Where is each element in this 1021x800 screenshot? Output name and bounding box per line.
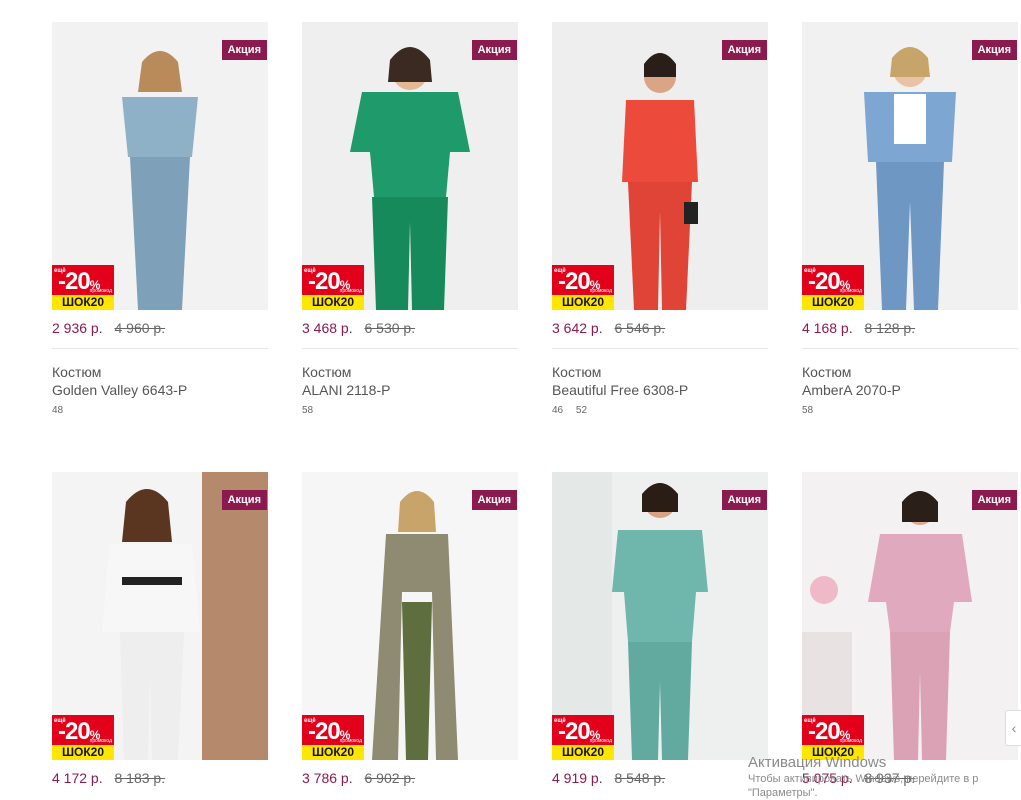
price-row: 2 936 р. 4 960 р. <box>52 320 268 340</box>
product-grid: Акция ещё -20% промокод ШОК20 2 936 р. 4 9… <box>0 0 1021 800</box>
price-row: 4 168 р. 8 128 р. <box>802 320 1018 340</box>
size-option[interactable]: 58 <box>302 405 313 416</box>
product-type[interactable]: Костюм <box>302 363 518 381</box>
price: 4 172 р. <box>52 770 103 786</box>
size-list: 58 <box>302 405 518 416</box>
product-image[interactable]: Акция ещё -20% промокод ШОК20 <box>52 472 268 760</box>
price-row: 3 642 р. 6 546 р. <box>552 320 768 340</box>
product-image[interactable]: Акция ещё -20% промокод ШОК20 <box>552 22 768 310</box>
product-image[interactable]: Акция ещё -20% промокод ШОК20 <box>802 22 1018 310</box>
product-card[interactable]: Акция ещё -20% промокод ШОК20 4 919 р. 8 5… <box>552 472 768 790</box>
size-list: 46 52 <box>552 405 768 416</box>
size-option[interactable]: 58 <box>802 405 813 416</box>
product-card[interactable]: Акция ещё -20% промокод ШОК20 3 468 р. 6 5… <box>302 22 518 416</box>
promo-label: ещё -20% промокод ШОК20 <box>552 265 614 310</box>
sale-badge: Акция <box>221 40 267 60</box>
activation-title: Активация Windows <box>748 754 887 771</box>
product-image[interactable]: Акция ещё -20% промокод ШОК20 <box>802 472 1018 760</box>
sale-badge: Акция <box>971 490 1017 510</box>
size-option[interactable]: 52 <box>576 405 587 416</box>
divider <box>302 348 518 349</box>
product-name[interactable]: Golden Valley 6643-Р <box>52 381 268 399</box>
product-name[interactable]: ALANI 2118-Р <box>302 381 518 399</box>
price: 3 642 р. <box>552 320 603 336</box>
activation-text: Чтобы активировать Windows, перейдите в … <box>748 773 979 785</box>
product-image[interactable]: Акция ещё -20% промокод ШОК20 <box>552 472 768 760</box>
sale-badge: Акция <box>471 40 517 60</box>
price-row: 3 786 р. 6 902 р. <box>302 770 518 790</box>
promo-label: ещё -20% промокод ШОК20 <box>552 715 614 760</box>
price: 3 786 р. <box>302 770 353 786</box>
price-row: 4 172 р. 8 183 р. <box>52 770 268 790</box>
size-option[interactable]: 48 <box>52 405 63 416</box>
product-card[interactable]: Акция ещё -20% промокод ШОК20 3 642 р. 6 5… <box>552 22 768 416</box>
old-price: 8 548 р. <box>614 770 666 786</box>
promo-label: ещё -20% промокод ШОК20 <box>302 265 364 310</box>
product-name[interactable]: Beautiful Free 6308-Р <box>552 381 768 399</box>
product-image[interactable]: Акция ещё -20% промокод ШОК20 <box>302 472 518 760</box>
product-type[interactable]: Костюм <box>802 363 1018 381</box>
old-price: 4 960 р. <box>114 320 166 336</box>
promo-label: ещё -20% промокод ШОК20 <box>302 715 364 760</box>
product-image[interactable]: Акция ещё -20% промокод ШОК20 <box>302 22 518 310</box>
sale-badge: Акция <box>221 490 267 510</box>
old-price: 6 530 р. <box>364 320 416 336</box>
price-row: 4 919 р. 8 548 р. <box>552 770 768 790</box>
product-card[interactable]: Акция ещё -20% промокод ШОК20 3 786 р. 6 9… <box>302 472 518 790</box>
size-list: 58 <box>802 405 1018 416</box>
product-card[interactable]: Акция ещё -20% промокод ШОК20 4 172 р. 8 1… <box>52 472 268 790</box>
divider <box>802 348 1018 349</box>
old-price: 6 546 р. <box>614 320 666 336</box>
sale-badge: Акция <box>471 490 517 510</box>
product-card[interactable]: Акция ещё -20% промокод ШОК20 4 168 р. 8 1… <box>802 22 1018 416</box>
product-image[interactable]: Акция ещё -20% промокод ШОК20 <box>52 22 268 310</box>
product-card[interactable]: Акция ещё -20% промокод ШОК20 2 936 р. 4 9… <box>52 22 268 416</box>
size-list: 48 <box>52 405 268 416</box>
sale-badge: Акция <box>721 490 767 510</box>
price: 4 168 р. <box>802 320 853 336</box>
promo-label: ещё -20% промокод ШОК20 <box>52 715 114 760</box>
price: 2 936 р. <box>52 320 103 336</box>
divider <box>52 348 268 349</box>
sale-badge: Акция <box>971 40 1017 60</box>
old-price: 8 183 р. <box>114 770 166 786</box>
product-name[interactable]: AmberA 2070-Р <box>802 381 1018 399</box>
price: 4 919 р. <box>552 770 603 786</box>
promo-label: ещё -20% промокод ШОК20 <box>802 265 864 310</box>
price-row: 3 468 р. 6 530 р. <box>302 320 518 340</box>
promo-label: ещё -20% промокод ШОК20 <box>52 265 114 310</box>
price: 3 468 р. <box>302 320 353 336</box>
activation-text-2: "Параметры". <box>748 787 818 799</box>
product-card[interactable]: Акция ещё -20% промокод ШОК20 5 075 р. 8 9… <box>802 472 1018 790</box>
size-option[interactable]: 46 <box>552 405 563 416</box>
divider <box>552 348 768 349</box>
sale-badge: Акция <box>721 40 767 60</box>
old-price: 6 902 р. <box>364 770 416 786</box>
product-type[interactable]: Костюм <box>552 363 768 381</box>
product-type[interactable]: Костюм <box>52 363 268 381</box>
chevron-left-icon: ‹ <box>1011 720 1017 736</box>
old-price: 8 128 р. <box>864 320 916 336</box>
scroll-side-button[interactable]: ‹ <box>1005 710 1021 746</box>
windows-activation-watermark: Активация Windows Чтобы активировать Win… <box>748 754 1021 800</box>
